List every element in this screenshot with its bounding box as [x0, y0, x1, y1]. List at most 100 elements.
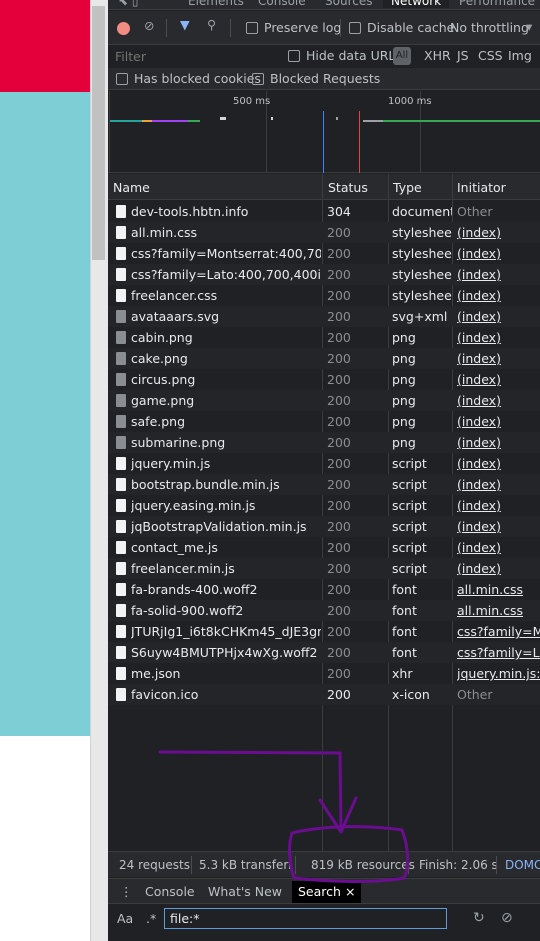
request-initiator[interactable]: css?family=Lato — [457, 645, 540, 660]
request-name[interactable]: circus.png — [131, 372, 321, 387]
request-initiator[interactable]: (index) — [457, 225, 540, 240]
hide-data-urls-checkbox[interactable] — [288, 50, 300, 62]
table-row[interactable]: css?family=Lato:400,700,400italic,... 200… — [108, 264, 540, 285]
table-row[interactable]: contact_me.js 200 script (index) — [108, 537, 540, 558]
column-initiator-header[interactable]: Initiator — [457, 180, 506, 195]
filter-input[interactable] — [110, 46, 275, 66]
request-name[interactable]: JTURjIg1_i6t8kCHKm45_dJE3gnD... — [131, 624, 321, 639]
request-name[interactable]: bootstrap.bundle.min.js — [131, 477, 321, 492]
drawer-tab-console[interactable]: Console — [145, 884, 195, 899]
filter-css[interactable]: CSS — [478, 48, 503, 63]
timeline-overview[interactable]: 500 ms 1000 ms — [108, 91, 540, 173]
request-name[interactable]: all.min.css — [131, 225, 321, 240]
request-initiator[interactable]: (index) — [457, 540, 540, 555]
request-initiator[interactable]: (index) — [457, 561, 540, 576]
request-initiator[interactable]: css?family=Mon — [457, 624, 540, 639]
request-name[interactable]: fa-solid-900.woff2 — [131, 603, 321, 618]
table-row[interactable]: fa-solid-900.woff2 200 font all.min.css — [108, 600, 540, 621]
request-name[interactable]: freelancer.css — [131, 288, 321, 303]
column-name-header[interactable]: Name — [113, 180, 150, 195]
tab-console[interactable]: Console — [258, 0, 306, 8]
request-initiator[interactable]: (index) — [457, 477, 540, 492]
request-name[interactable]: cake.png — [131, 351, 321, 366]
table-row[interactable]: jquery.min.js 200 script (index) — [108, 453, 540, 474]
request-name[interactable]: css?family=Lato:400,700,400italic,... — [131, 267, 321, 282]
drawer-tab-whats-new[interactable]: What's New — [208, 884, 282, 899]
table-row[interactable]: all.min.css 200 stylesheet (index) — [108, 222, 540, 243]
filter-funnel-icon[interactable]: ▼ — [180, 17, 190, 32]
request-name[interactable]: jquery.min.js — [131, 456, 321, 471]
request-name[interactable]: favicon.ico — [131, 687, 321, 702]
table-row[interactable]: circus.png 200 png (index) — [108, 369, 540, 390]
column-status-header[interactable]: Status — [328, 180, 368, 195]
blocked-requests-checkbox[interactable] — [252, 73, 264, 85]
filter-xhr[interactable]: XHR — [424, 48, 451, 63]
table-row[interactable]: avataaars.svg 200 svg+xml (index) — [108, 306, 540, 327]
table-row[interactable]: cake.png 200 png (index) — [108, 348, 540, 369]
request-name[interactable]: avataaars.svg — [131, 309, 321, 324]
request-initiator[interactable]: (index) — [457, 330, 540, 345]
match-case-toggle[interactable]: Aa — [117, 911, 133, 926]
drawer-tab-search[interactable]: Search × — [292, 881, 362, 903]
table-row[interactable]: safe.png 200 png (index) — [108, 411, 540, 432]
table-row[interactable]: submarine.png 200 png (index) — [108, 432, 540, 453]
request-name[interactable]: fa-brands-400.woff2 — [131, 582, 321, 597]
request-initiator[interactable]: (index) — [457, 498, 540, 513]
request-initiator[interactable]: (index) — [457, 456, 540, 471]
tab-elements[interactable]: Elements — [188, 0, 244, 8]
table-row[interactable]: favicon.ico 200 x-icon Other — [108, 684, 540, 705]
request-name[interactable]: me.json — [131, 666, 321, 681]
page-scrollbar-thumb[interactable] — [92, 6, 105, 260]
request-name[interactable]: game.png — [131, 393, 321, 408]
request-name[interactable]: cabin.png — [131, 330, 321, 345]
request-name[interactable]: freelancer.min.js — [131, 561, 321, 576]
tab-performance[interactable]: Performance — [459, 0, 535, 8]
table-row[interactable]: S6uyw4BMUTPHjx4wXg.woff2 200 font css?famil… — [108, 642, 540, 663]
table-row[interactable]: game.png 200 png (index) — [108, 390, 540, 411]
drawer-menu-icon[interactable]: ⋮ — [120, 884, 133, 899]
table-row[interactable]: JTURjIg1_i6t8kCHKm45_dJE3gnD... 200 font cs… — [108, 621, 540, 642]
table-row[interactable]: freelancer.css 200 stylesheet (index) — [108, 285, 540, 306]
record-icon[interactable] — [117, 22, 130, 35]
request-initiator[interactable]: (index) — [457, 519, 540, 534]
table-row[interactable]: me.json 200 xhr jquery.min.js:2 — [108, 663, 540, 684]
table-row[interactable]: freelancer.min.js 200 script (index) — [108, 558, 540, 579]
request-initiator[interactable]: (index) — [457, 351, 540, 366]
request-initiator[interactable]: (index) — [457, 414, 540, 429]
search-icon[interactable]: ⚲ — [207, 17, 216, 32]
request-initiator[interactable]: (index) — [457, 267, 540, 282]
request-initiator[interactable]: (index) — [457, 372, 540, 387]
request-name[interactable]: jqBootstrapValidation.min.js — [131, 519, 321, 534]
request-name[interactable]: dev-tools.hbtn.info — [131, 204, 321, 219]
request-initiator[interactable]: (index) — [457, 246, 540, 261]
request-initiator[interactable]: jquery.min.js:2 — [457, 666, 540, 681]
table-row[interactable]: dev-tools.hbtn.info 304 document Other — [108, 201, 540, 222]
chevron-down-icon[interactable]: ▾ — [526, 19, 532, 34]
request-name[interactable]: jquery.easing.min.js — [131, 498, 321, 513]
request-initiator[interactable]: all.min.css — [457, 582, 540, 597]
clear-icon[interactable]: ⊘ — [144, 18, 154, 33]
request-initiator[interactable]: (index) — [457, 435, 540, 450]
filter-all-button[interactable]: All — [393, 47, 411, 65]
tab-sources[interactable]: Sources — [325, 0, 372, 8]
filter-img[interactable]: Img — [508, 48, 532, 63]
close-icon[interactable]: × — [345, 884, 355, 899]
request-name[interactable]: S6uyw4BMUTPHjx4wXg.woff2 — [131, 645, 321, 660]
preserve-log-checkbox[interactable] — [246, 22, 258, 34]
throttling-select[interactable]: No throttling — [450, 20, 529, 35]
table-row[interactable]: css?family=Montserrat:400,700 200 styleshe… — [108, 243, 540, 264]
filter-js[interactable]: JS — [457, 48, 469, 63]
table-row[interactable]: jqBootstrapValidation.min.js 200 script (in… — [108, 516, 540, 537]
request-name[interactable]: contact_me.js — [131, 540, 321, 555]
refresh-icon[interactable]: ↻ — [473, 910, 485, 926]
table-row[interactable]: jquery.easing.min.js 200 script (index) — [108, 495, 540, 516]
request-initiator[interactable]: all.min.css — [457, 603, 540, 618]
tab-network[interactable]: Network — [383, 0, 450, 8]
request-name[interactable]: submarine.png — [131, 435, 321, 450]
request-initiator[interactable]: (index) — [457, 288, 540, 303]
inspect-icon[interactable]: ⬉ ▯ — [118, 0, 138, 8]
request-initiator[interactable]: (index) — [457, 393, 540, 408]
table-row[interactable]: cabin.png 200 png (index) — [108, 327, 540, 348]
table-row[interactable]: bootstrap.bundle.min.js 200 script (index) — [108, 474, 540, 495]
request-initiator[interactable]: (index) — [457, 309, 540, 324]
